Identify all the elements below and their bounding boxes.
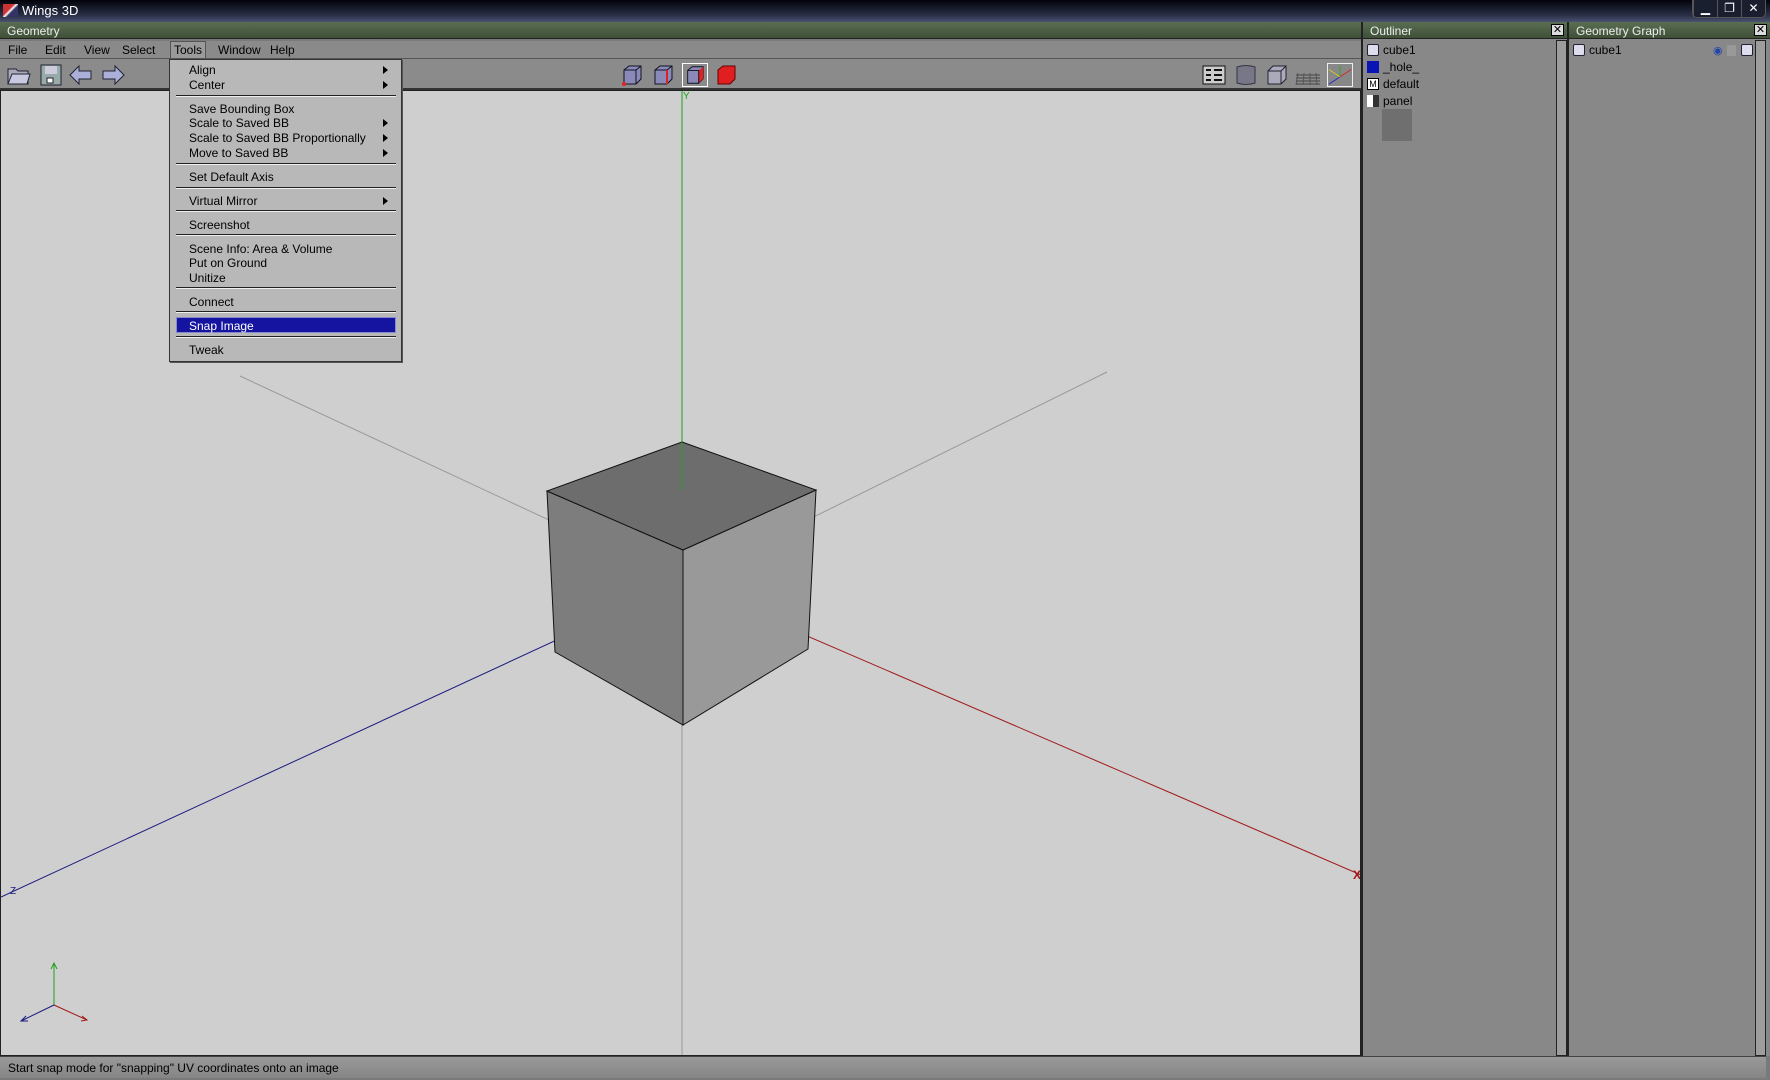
view-options-icon[interactable] [1201,63,1227,87]
outliner-title: Outliner [1370,24,1413,38]
undo-icon[interactable] [68,63,94,87]
item-label: _hole_ [1383,60,1420,74]
outliner-item-hole[interactable]: _hole_ [1367,59,1419,75]
menu-item-unitize[interactable]: Unitize [189,271,226,285]
menu-item-tweak[interactable]: Tweak [189,343,224,357]
wireframe-icon[interactable] [1264,63,1290,87]
outliner-item-panel[interactable]: panel [1367,93,1412,109]
geometry-graph-header: Geometry Graph ✕ [1569,22,1770,39]
cube-icon [1367,44,1379,56]
geometry-title: Geometry [7,24,60,38]
graph-item-cube1[interactable]: cube1 ◉ [1573,42,1753,58]
status-text: Start snap mode for "snapping" UV coordi… [8,1061,339,1075]
y-axis-label: Y [683,91,690,102]
submenu-arrow-icon [383,119,388,127]
item-label: cube1 [1589,43,1622,57]
mini-axis-gizmo [19,961,89,1022]
outliner-panel: Outliner ✕ cube1 _hole_ Mdefault panel [1361,22,1567,1056]
lock-icon[interactable] [1727,44,1736,56]
menu-item-center[interactable]: Center [189,78,225,92]
window-title: Wings 3D [22,3,79,18]
status-bar: Start snap mode for "snapping" UV coordi… [0,1056,1766,1078]
close-button[interactable]: ✕ [1741,0,1765,17]
item-label: default [1383,77,1420,91]
menu-item-set-default-axis[interactable]: Set Default Axis [189,170,274,184]
menu-separator [176,210,396,212]
menu-item-snap-image[interactable]: Snap Image [189,319,254,333]
submenu-arrow-icon [383,81,388,89]
wire-cube-icon[interactable] [1741,44,1753,56]
submenu-arrow-icon [383,197,388,205]
vertex-mode-icon[interactable] [619,63,645,87]
close-icon[interactable]: ✕ [1754,24,1767,36]
ground-grid-icon[interactable] [1295,63,1321,87]
menu-separator [176,234,396,236]
geometry-header: Geometry [0,22,1361,39]
close-icon[interactable]: ✕ [1551,24,1564,36]
menu-item-align[interactable]: Align [189,63,216,77]
menu-item-scale-proportionally[interactable]: Scale to Saved BB Proportionally [189,131,366,145]
open-icon[interactable] [6,63,32,87]
menu-separator [176,187,396,189]
item-label: panel [1383,94,1413,108]
face-mode-icon[interactable] [682,63,708,87]
eye-icon[interactable]: ◉ [1713,44,1723,57]
geometry-graph-scrollbar[interactable] [1755,40,1766,1056]
menu-file[interactable]: File [8,43,27,57]
menu-item-screenshot[interactable]: Screenshot [189,218,250,232]
menu-help[interactable]: Help [270,43,295,57]
menu-select[interactable]: Select [122,43,155,57]
menu-view[interactable]: View [84,43,110,57]
menu-separator [176,311,396,313]
menu-tools[interactable]: Tools [170,41,207,59]
menu-separator [176,287,396,289]
geometry-graph-panel: Geometry Graph ✕ cube1 ◉ [1567,22,1770,1056]
outliner-header: Outliner ✕ [1363,22,1567,39]
material-icon: M [1367,78,1379,90]
save-icon[interactable] [38,63,64,87]
material-blue-icon [1367,61,1379,73]
cube-icon [1573,44,1585,56]
minimize-button[interactable]: ▁ [1693,0,1717,17]
menu-edit[interactable]: Edit [45,43,66,57]
app-icon [3,4,18,17]
menu-item-scale-to-saved-bb[interactable]: Scale to Saved BB [189,116,289,130]
z-axis-label: Z [10,886,16,897]
redo-icon[interactable] [100,63,126,87]
tools-menu: Align Center Save Bounding Box Scale to … [169,59,402,362]
menu-separator [176,95,396,97]
x-axis-label: X [1353,868,1361,882]
submenu-arrow-icon [383,134,388,142]
submenu-arrow-icon [383,149,388,157]
submenu-arrow-icon [383,66,388,74]
menu-item-connect[interactable]: Connect [189,295,234,309]
body-mode-icon[interactable] [713,63,739,87]
axes-icon[interactable] [1327,63,1353,87]
title-bar: Wings 3D ▁ ❐ ✕ [0,0,1770,22]
item-label: cube1 [1383,43,1416,57]
outliner-item-default[interactable]: Mdefault [1367,76,1419,92]
menu-item-virtual-mirror[interactable]: Virtual Mirror [189,194,257,208]
menubar: File Edit View Select Tools Window Help [0,41,1361,59]
menu-item-put-on-ground[interactable]: Put on Ground [189,256,267,270]
menu-item-scene-info[interactable]: Scene Info: Area & Volume [189,242,332,256]
panel-image-thumbnail [1382,109,1412,141]
menu-window[interactable]: Window [218,43,261,57]
menu-item-move-to-saved-bb[interactable]: Move to Saved BB [189,146,288,160]
menu-separator [176,163,396,165]
smooth-shade-icon[interactable] [1233,63,1259,87]
restore-button[interactable]: ❐ [1717,0,1741,17]
geometry-graph-title: Geometry Graph [1576,24,1666,38]
edge-mode-icon[interactable] [650,63,676,87]
menu-item-save-bounding-box[interactable]: Save Bounding Box [189,102,294,116]
outliner-scrollbar[interactable] [1556,40,1567,1056]
outliner-item-cube1[interactable]: cube1 [1367,42,1416,58]
menu-separator [176,336,396,338]
image-icon [1367,95,1379,107]
